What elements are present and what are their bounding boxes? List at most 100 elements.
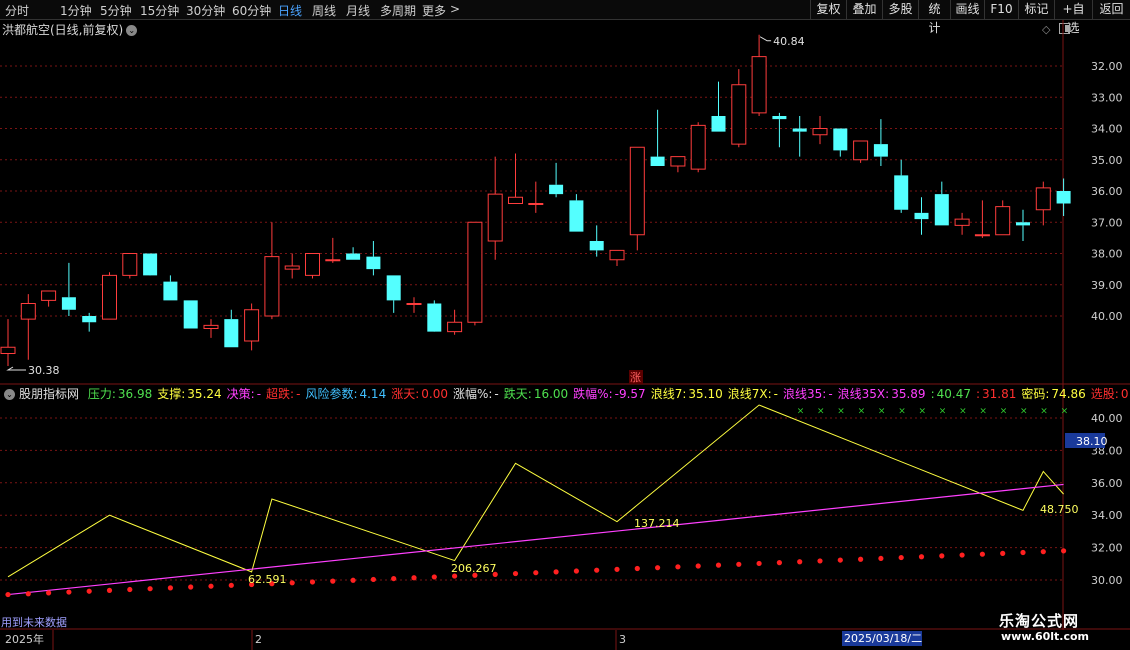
indicator-tick-label: 32.00 — [1091, 542, 1123, 555]
low-pointer — [6, 366, 26, 371]
red-dot — [5, 591, 11, 598]
candle-body-down — [549, 184, 564, 195]
price-tick-label: 38.00 — [1091, 248, 1123, 261]
candle-body-down — [427, 303, 442, 332]
candle-body-down — [934, 194, 949, 226]
red-dot — [106, 587, 113, 593]
price-annotations: 40.84 30.38 涨 — [28, 35, 805, 384]
price-tick-label: 35.00 — [1091, 154, 1123, 167]
green-cross: × — [959, 406, 967, 416]
high-pointer — [759, 36, 772, 42]
candle-body-up — [954, 218, 970, 226]
indicator-item-label: 跌天: — [503, 387, 532, 401]
wave-label-3: 48.750 — [1040, 503, 1079, 516]
red-dot — [573, 568, 580, 574]
red-dot — [66, 589, 72, 595]
green-cross: × — [878, 406, 886, 416]
indicator-item-label: 浪线7: — [650, 387, 687, 401]
price-tick-label: 34.00 — [1091, 123, 1123, 136]
candle-body-up — [447, 321, 463, 333]
indicator-item-13: :40.47 — [931, 387, 971, 401]
red-dot — [431, 574, 437, 580]
indicator-item-value: - — [828, 387, 833, 401]
red-dot — [715, 562, 722, 568]
red-dot — [776, 560, 783, 566]
red-dot — [188, 584, 194, 590]
indicator-item-12: 浪线35X: 35.89 — [838, 387, 926, 401]
red-dot — [614, 566, 620, 572]
candle-body-up — [122, 253, 138, 276]
candle-body-up — [508, 196, 523, 204]
green-cross: × — [979, 406, 987, 416]
candle-body-up — [670, 156, 686, 167]
candle-body-up — [690, 124, 706, 170]
indicator-series: × × × × × × × × × × × × × × — [5, 404, 1068, 598]
red-dot — [797, 559, 803, 565]
candle-body-up — [1035, 187, 1051, 211]
indicator-item-value: - — [296, 387, 301, 401]
indicator-item-value: 31.81 — [982, 387, 1017, 401]
red-dot — [512, 570, 519, 577]
candle-body-down — [366, 256, 381, 270]
candle-body-up — [731, 84, 747, 145]
wave-labels: 62.591 206.267 137.214 48.750 — [248, 503, 1079, 586]
candle-body-down — [914, 212, 929, 220]
wave-line-35 — [7, 483, 1064, 596]
indicator-item-value: - — [773, 387, 778, 401]
red-dot — [939, 553, 945, 559]
green-cross: × — [817, 406, 825, 416]
indicator-item-8: 跌幅%: -9.57 — [573, 387, 646, 401]
candle-body-up — [751, 56, 767, 114]
red-dot — [756, 560, 762, 567]
price-tick-label: 39.00 — [1091, 279, 1123, 292]
indicator-item-value: 40.47 — [936, 387, 971, 401]
indicator-tick-label: 34.00 — [1091, 509, 1123, 522]
green-cross: × — [1020, 406, 1028, 416]
red-dot — [918, 554, 925, 560]
indicator-item-5: 涨天: 0.00 — [391, 387, 448, 401]
indicator-item-3: 超跌: - — [266, 387, 300, 401]
red-dot — [594, 567, 600, 573]
green-cross: × — [858, 406, 866, 416]
indicator-item-label: 浪线7X: — [727, 387, 772, 401]
indicator-item-label: 支撑: — [157, 387, 186, 401]
indicator-menu-icon[interactable]: ⌄ — [4, 389, 15, 400]
wave-label-0: 62.591 — [248, 573, 287, 586]
candle-body-up — [812, 128, 828, 136]
low-price-label: 30.38 — [28, 364, 60, 377]
candle-body-down — [386, 275, 401, 301]
indicator-grid — [0, 417, 1063, 581]
price-tick-label: 33.00 — [1091, 91, 1123, 104]
candle-body-down — [569, 200, 584, 232]
kline-chart[interactable]: 40.00 39.00 38.00 37.00 36.00 35.00 34.00 33.00… — [0, 0, 1130, 650]
indicator-item-14: :31.81 — [976, 387, 1016, 401]
red-dot — [959, 552, 965, 558]
indicator-item-value: 4.14 — [359, 387, 387, 401]
candle-body-up — [467, 221, 483, 323]
red-dot — [655, 565, 661, 571]
indicator-item-value: 16.00 — [533, 387, 569, 401]
candle-body-down — [873, 144, 888, 157]
watermark-title: 乐淘公式网 — [999, 612, 1080, 630]
indicator-title[interactable]: 股朋指标网 — [19, 387, 79, 401]
indicator-item-label: 浪线35: — [782, 387, 827, 401]
indicator-tick-label: 40.00 — [1091, 412, 1123, 425]
indicator-item-2: 决策: - — [227, 387, 261, 401]
candle-body-down — [772, 116, 787, 120]
candle-body-up — [264, 256, 280, 317]
red-dot — [370, 576, 376, 583]
indicator-item-value: 0.00 — [421, 387, 448, 401]
wave-label-1: 206.267 — [451, 562, 497, 575]
indicator-item-value: 35.10 — [688, 387, 723, 401]
red-dot — [86, 588, 92, 594]
indicator-item-label: : — [930, 387, 935, 401]
indicator-item-0: 压力: 36.98 — [88, 387, 152, 401]
indicator-item-value: 36.98 — [117, 387, 153, 401]
candle-body-up — [974, 234, 990, 237]
red-dot — [228, 582, 234, 588]
indicator-item-6: 涨幅%: - — [453, 387, 499, 401]
candle-body-up — [284, 265, 300, 270]
indicator-item-label: 密码: — [1021, 387, 1050, 401]
red-dot — [695, 563, 701, 569]
timeline-label-feb: 2 — [255, 633, 262, 646]
